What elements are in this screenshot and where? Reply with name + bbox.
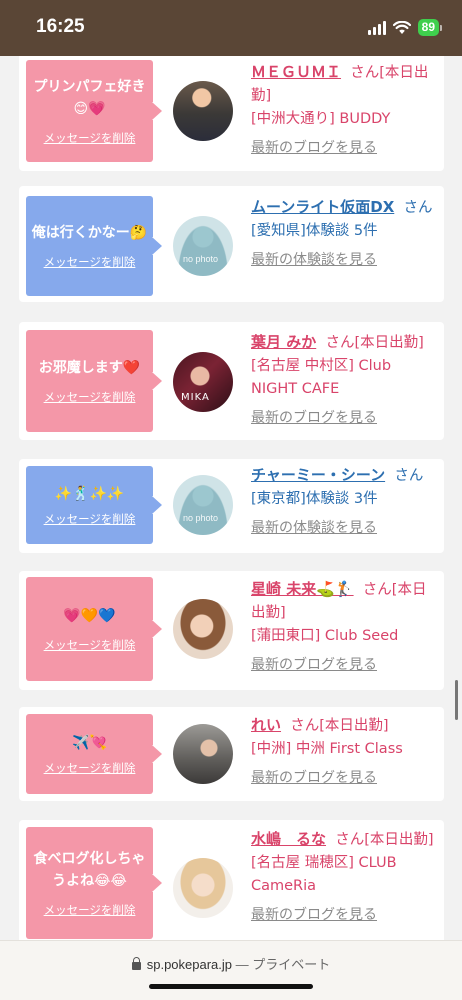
no-photo-text: no photo <box>183 254 219 264</box>
avatar[interactable] <box>173 858 233 918</box>
shop-info: [中洲] 中洲 First Class <box>251 741 403 757</box>
message-text: 💗🧡💙 <box>63 608 116 624</box>
list-item: 俺は行くかなー🤔 メッセージを削除 no photo ムーンライト仮面DX さん… <box>19 186 444 302</box>
scroll-indicator[interactable] <box>455 680 458 720</box>
list-item: 食べログ化しちゃうよね😂😂 メッセージを削除 水嶋 るな さん[本日出勤] [名… <box>19 820 444 960</box>
list-item: ✨🕺✨✨ メッセージを削除 no photo チャーミー・シーン さん [東京都… <box>19 459 444 553</box>
url-display[interactable]: sp.pokepara.jp — プライベート <box>0 954 462 973</box>
status-bar: 16:25 89 <box>0 0 462 56</box>
latest-review-link[interactable]: 最新の体験談を見る <box>251 249 436 272</box>
avatar[interactable]: no photo <box>173 475 233 535</box>
message-bubble: ✨🕺✨✨ メッセージを削除 <box>26 466 162 544</box>
user-meta: さん[本日出勤] <box>335 832 434 848</box>
message-bubble: 💗🧡💙 メッセージを削除 <box>26 577 162 681</box>
message-text: お邪魔します❤️ <box>38 360 141 376</box>
avatar[interactable] <box>173 724 233 784</box>
message-bubble: 俺は行くかなー🤔 メッセージを削除 <box>26 196 162 296</box>
user-info: 星崎 未来⛳️🏌️ さん[本日出勤] [蒲田東口] Club Seed 最新のブ… <box>251 578 436 677</box>
lock-icon <box>131 957 141 970</box>
message-bubble: ✈️💘 メッセージを削除 <box>26 714 162 794</box>
private-label: — プライベート <box>235 957 331 972</box>
message-text: ✈️💘 <box>72 735 107 751</box>
latest-blog-link[interactable]: 最新のブログを見る <box>251 904 436 927</box>
avatar[interactable]: no photo <box>173 216 233 276</box>
shop-info: [名古屋 瑞穂区] CLUB CameRia <box>251 855 397 894</box>
battery-tip <box>440 24 442 31</box>
avatar[interactable] <box>173 599 233 659</box>
user-info: ＭＥＧＵＭＩ さん[本日出勤] [中洲大通り] BUDDY 最新のブログを見る <box>251 61 436 160</box>
shop-info: [中洲大通り] BUDDY <box>251 111 391 127</box>
delete-message-link[interactable]: メッセージを削除 <box>44 637 136 653</box>
delete-message-link[interactable]: メッセージを削除 <box>44 760 136 776</box>
user-name-link[interactable]: チャーミー・シーン <box>251 466 385 484</box>
user-info: チャーミー・シーン さん [東京都]体験談 3件 最新の体験談を見る <box>251 464 436 540</box>
user-meta: さん[本日出勤] <box>290 718 389 734</box>
browser-address-bar[interactable]: sp.pokepara.jp — プライベート <box>0 940 462 1000</box>
cellular-signal-icon <box>367 20 386 35</box>
message-text: ✨🕺✨✨ <box>54 486 125 502</box>
message-list: プリンパフェ好き😊💗 メッセージを削除 ＭＥＧＵＭＩ さん[本日出勤] [中洲大… <box>0 0 462 1000</box>
list-item: 💗🧡💙 メッセージを削除 星崎 未来⛳️🏌️ さん[本日出勤] [蒲田東口] C… <box>19 571 444 690</box>
latest-blog-link[interactable]: 最新のブログを見る <box>251 654 436 677</box>
delete-message-link[interactable]: メッセージを削除 <box>44 511 136 527</box>
user-name-link[interactable]: 葉月 みか <box>251 333 316 351</box>
user-info: れい さん[本日出勤] [中洲] 中洲 First Class 最新のブログを見… <box>251 714 436 790</box>
user-info: 葉月 みか さん[本日出勤] [名古屋 中村区] Club NIGHT CAFE… <box>251 331 436 430</box>
latest-blog-link[interactable]: 最新のブログを見る <box>251 767 436 790</box>
user-name-link[interactable]: れい <box>251 716 281 734</box>
latest-blog-link[interactable]: 最新のブログを見る <box>251 407 436 430</box>
delete-message-link[interactable]: メッセージを削除 <box>44 389 136 405</box>
message-bubble: 食べログ化しちゃうよね😂😂 メッセージを削除 <box>26 827 162 939</box>
message-text: プリンパフェ好き😊💗 <box>33 79 146 117</box>
review-count: [東京都]体験談 3件 <box>251 491 378 507</box>
home-indicator[interactable] <box>149 984 313 989</box>
shop-info: [名古屋 中村区] Club NIGHT CAFE <box>251 358 392 397</box>
user-meta: さん[本日出勤] <box>325 335 424 351</box>
message-bubble: お邪魔します❤️ メッセージを削除 <box>26 330 162 432</box>
user-info: 水嶋 るな さん[本日出勤] [名古屋 瑞穂区] CLUB CameRia 最新… <box>251 828 436 927</box>
user-meta: さん <box>403 200 433 216</box>
user-name-link[interactable]: 水嶋 るな <box>251 830 326 848</box>
status-icons: 89 <box>367 19 442 36</box>
avatar-caption: MIKA <box>181 392 210 403</box>
no-photo-text: no photo <box>183 513 219 523</box>
wifi-icon <box>392 20 411 34</box>
user-name-link[interactable]: ムーンライト仮面DX <box>251 198 394 216</box>
user-name-link[interactable]: 星崎 未来⛳️🏌️ <box>251 580 354 598</box>
avatar[interactable] <box>173 81 233 141</box>
user-name-link[interactable]: ＭＥＧＵＭＩ <box>251 63 341 81</box>
message-text: 俺は行くかなー🤔 <box>31 225 148 241</box>
list-item: プリンパフェ好き😊💗 メッセージを削除 ＭＥＧＵＭＩ さん[本日出勤] [中洲大… <box>19 49 444 171</box>
shop-info: [蒲田東口] Club Seed <box>251 628 399 644</box>
latest-blog-link[interactable]: 最新のブログを見る <box>251 137 436 160</box>
latest-review-link[interactable]: 最新の体験談を見る <box>251 517 436 540</box>
user-info: ムーンライト仮面DX さん [愛知県]体験談 5件 最新の体験談を見る <box>251 196 436 272</box>
review-count: [愛知県]体験談 5件 <box>251 223 378 239</box>
avatar[interactable]: MIKA <box>173 352 233 412</box>
delete-message-link[interactable]: メッセージを削除 <box>44 902 136 918</box>
url-domain: sp.pokepara.jp <box>146 957 233 972</box>
delete-message-link[interactable]: メッセージを削除 <box>44 254 136 270</box>
message-text: 食べログ化しちゃうよね😂😂 <box>33 851 146 889</box>
delete-message-link[interactable]: メッセージを削除 <box>44 130 136 146</box>
message-bubble: プリンパフェ好き😊💗 メッセージを削除 <box>26 60 162 162</box>
list-item: ✈️💘 メッセージを削除 れい さん[本日出勤] [中洲] 中洲 First C… <box>19 707 444 801</box>
battery-icon: 89 <box>417 19 439 36</box>
list-item: お邪魔します❤️ メッセージを削除 MIKA 葉月 みか さん[本日出勤] [名… <box>19 322 444 440</box>
user-meta: さん <box>394 468 424 484</box>
status-time: 16:25 <box>36 16 85 37</box>
